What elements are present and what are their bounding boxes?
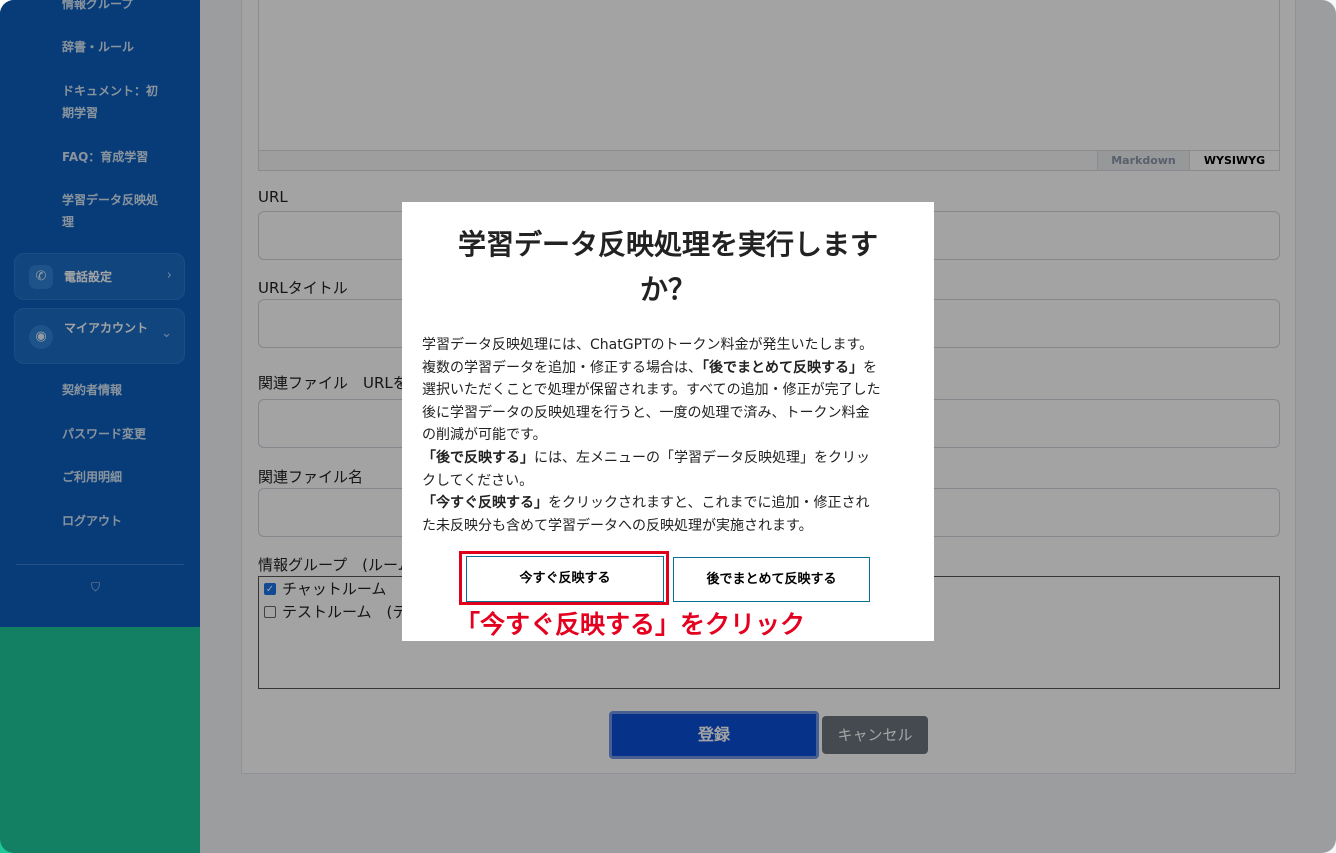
dialog-text-line: 「後で反映する」には、左メニューの「学習データ反映処理」をクリッ — [422, 447, 922, 470]
dialog-emphasis: 「後でまとめて反映する」 — [702, 359, 863, 376]
dialog-body: 学習データ反映処理には、ChatGPTのトークン料金が発生いたします。 複数の学… — [422, 334, 922, 537]
dialog-emphasis: 「後で反映する」 — [422, 449, 534, 466]
dialog-emphasis: 「今すぐ反映する」 — [422, 495, 548, 512]
dialog-text: をクリックされますと、これまでに追加・修正され — [548, 495, 870, 512]
dialog-text: には、左メニューの「学習データ反映処理」をクリッ — [534, 449, 870, 466]
dialog-text-line: 後に学習データの反映処理を行うと、一度の処理で済み、トークン料金 — [422, 404, 870, 421]
annotation-highlight-box — [459, 551, 669, 605]
dialog-text-line: 複数の学習データを追加・修正する場合は、「後でまとめて反映する」を — [422, 357, 922, 380]
dialog-text-line: クしてください。 — [422, 472, 534, 489]
dialog-text-line: 選択いただくことで処理が保留されます。すべての追加・修正が完了した — [422, 382, 881, 399]
dialog-text: を — [863, 359, 877, 376]
dialog-text-line: 「今すぐ反映する」をクリックされますと、これまでに追加・修正され — [422, 492, 922, 515]
dialog-text-line: の削減が可能です。 — [422, 427, 547, 444]
dialog-text-line: 学習データ反映処理には、ChatGPTのトークン料金が発生いたします。 — [422, 337, 874, 353]
dialog-text-line: た未反映分も含めて学習データへの反映処理が実施されます。 — [422, 517, 813, 534]
apply-later-button[interactable]: 後でまとめて反映する — [673, 557, 870, 602]
annotation-callout: 「今すぐ反映する」をクリック — [455, 610, 806, 639]
dialog-text: 複数の学習データを追加・修正する場合は、 — [422, 359, 702, 376]
dialog-title: 学習データ反映処理を実行しますか？ — [457, 228, 878, 306]
